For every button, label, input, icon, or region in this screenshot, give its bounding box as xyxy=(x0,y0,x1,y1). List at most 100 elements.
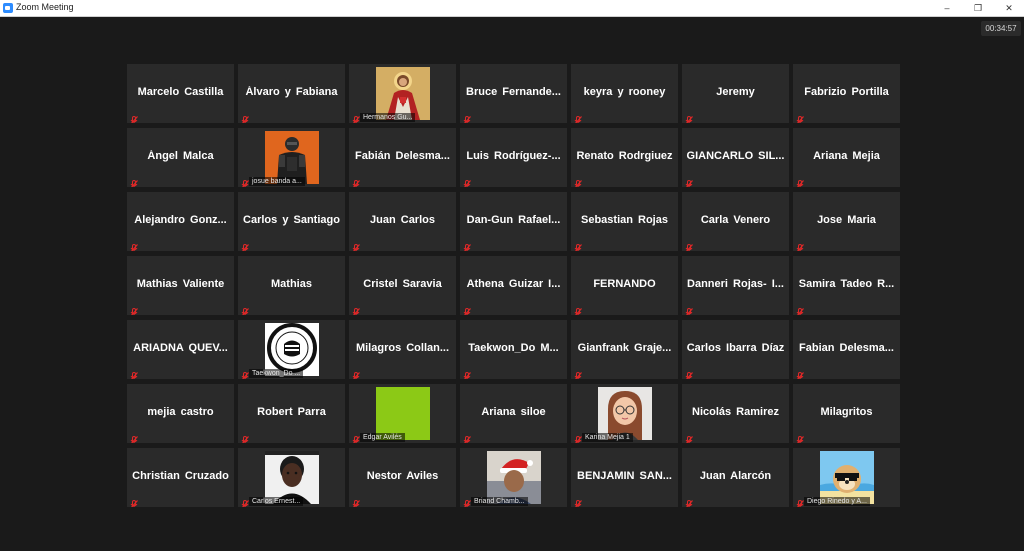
participant-tile[interactable]: Luis Rodríguez-... xyxy=(460,128,567,187)
gallery-grid: Marcelo Castilla Álvaro y Fabiana Hermanos… xyxy=(127,64,901,509)
participant-name-label: Carlos Ernest... xyxy=(249,497,304,506)
participant-name-label: Diego Rinedo y A... xyxy=(804,497,870,506)
muted-mic-icon xyxy=(463,240,471,251)
muted-mic-icon xyxy=(352,112,360,123)
muted-mic-icon xyxy=(796,176,804,187)
participant-tile[interactable]: Carlos Ibarra Díaz xyxy=(682,320,789,379)
muted-mic-icon xyxy=(796,240,804,251)
participant-tile[interactable]: ARIADNA QUEV... xyxy=(127,320,234,379)
participant-tile[interactable]: Athena Guizar I... xyxy=(460,256,567,315)
participant-name: Marcelo Castilla xyxy=(137,86,224,98)
muted-mic-icon xyxy=(352,368,360,379)
participant-tile[interactable]: Álvaro y Fabiana xyxy=(238,64,345,123)
muted-mic-icon xyxy=(352,240,360,251)
participant-tile[interactable]: Nestor Aviles xyxy=(349,448,456,507)
participant-tile[interactable]: Edgar Avilés xyxy=(349,384,456,443)
participant-tile[interactable]: Mathias xyxy=(238,256,345,315)
participant-tile[interactable]: Cristel Saravia xyxy=(349,256,456,315)
participant-name: FERNANDO xyxy=(593,278,656,290)
participant-name: Robert Parra xyxy=(257,406,326,418)
participant-name: Christian Cruzado xyxy=(132,470,229,482)
participant-name: Luis Rodríguez-... xyxy=(466,150,561,162)
participant-name: GIANCARLO SIL... xyxy=(686,150,785,162)
participant-tile[interactable]: Dan-Gun Rafael... xyxy=(460,192,567,251)
participant-tile[interactable]: Briand Chamb... xyxy=(460,448,567,507)
muted-mic-icon xyxy=(241,368,249,379)
participant-tile[interactable]: Gianfrank Graje... xyxy=(571,320,678,379)
participant-tile[interactable]: josue banda a... xyxy=(238,128,345,187)
participant-tile[interactable]: Sebastian Rojas xyxy=(571,192,678,251)
muted-mic-icon xyxy=(463,432,471,443)
participant-tile[interactable]: keyra y rooney xyxy=(571,64,678,123)
participant-tile[interactable]: Christian Cruzado xyxy=(127,448,234,507)
muted-mic-icon xyxy=(130,368,138,379)
participant-name: Athena Guizar I... xyxy=(466,278,561,290)
muted-mic-icon xyxy=(796,304,804,315)
participant-tile[interactable]: Mathias Valiente xyxy=(127,256,234,315)
participant-name-label: josue banda a... xyxy=(249,177,305,186)
participant-tile[interactable]: Jose Maria xyxy=(793,192,900,251)
muted-mic-icon xyxy=(130,176,138,187)
muted-mic-icon xyxy=(241,112,249,123)
participant-name: Bruce Fernande... xyxy=(466,86,561,98)
participant-name: Carlos Ibarra Díaz xyxy=(686,342,785,354)
participant-name-label: Briand Chamb... xyxy=(471,497,528,506)
muted-mic-icon xyxy=(241,432,249,443)
participant-tile[interactable]: Taekwon_Do ... xyxy=(238,320,345,379)
participant-name: Nicolás Ramirez xyxy=(692,406,779,418)
participant-tile[interactable]: Carla Venero xyxy=(682,192,789,251)
participant-name: Jose Maria xyxy=(817,214,876,226)
participant-tile[interactable]: Samira Tadeo R... xyxy=(793,256,900,315)
participant-tile[interactable]: Juan Alarcón xyxy=(682,448,789,507)
restore-button[interactable]: ❐ xyxy=(963,0,993,16)
close-button[interactable]: ✕ xyxy=(994,0,1024,16)
muted-mic-icon xyxy=(130,112,138,123)
participant-name: Juan Carlos xyxy=(370,214,435,226)
participant-name: Sebastian Rojas xyxy=(581,214,668,226)
participant-tile[interactable]: Fabrizio Portilla xyxy=(793,64,900,123)
participant-name: Nestor Aviles xyxy=(366,470,439,482)
muted-mic-icon xyxy=(130,304,138,315)
participant-tile[interactable]: mejia castro xyxy=(127,384,234,443)
participant-tile[interactable]: Carlos y Santiago xyxy=(238,192,345,251)
participant-tile[interactable]: Ángel Malca xyxy=(127,128,234,187)
muted-mic-icon xyxy=(574,496,582,507)
muted-mic-icon xyxy=(574,304,582,315)
participant-tile[interactable]: Alejandro Gonz... xyxy=(127,192,234,251)
participant-tile[interactable]: FERNANDO xyxy=(571,256,678,315)
participant-tile[interactable]: Marcelo Castilla xyxy=(127,64,234,123)
minimize-button[interactable]: – xyxy=(932,0,962,16)
participant-tile[interactable]: Jeremy xyxy=(682,64,789,123)
participant-tile[interactable]: Renato Rodrgiuez xyxy=(571,128,678,187)
muted-mic-icon xyxy=(796,112,804,123)
participant-tile[interactable]: Taekwon_Do M... xyxy=(460,320,567,379)
participant-tile[interactable]: Fabian Delesma... xyxy=(793,320,900,379)
participant-name: Mathias xyxy=(271,278,312,290)
participant-name: Milagritos xyxy=(820,406,873,418)
muted-mic-icon xyxy=(574,176,582,187)
muted-mic-icon xyxy=(130,432,138,443)
participant-name: Mathias Valiente xyxy=(136,278,225,290)
participant-tile[interactable]: Danneri Rojas- I... xyxy=(682,256,789,315)
muted-mic-icon xyxy=(685,368,693,379)
muted-mic-icon xyxy=(796,368,804,379)
participant-tile[interactable]: Juan Carlos xyxy=(349,192,456,251)
zoom-app-icon xyxy=(3,3,13,13)
muted-mic-icon xyxy=(352,176,360,187)
participant-tile[interactable]: BENJAMIN SAN... xyxy=(571,448,678,507)
participant-tile[interactable]: Milagros Collan... xyxy=(349,320,456,379)
participant-tile[interactable]: Carlos Ernest... xyxy=(238,448,345,507)
participant-tile[interactable]: GIANCARLO SIL... xyxy=(682,128,789,187)
participant-tile[interactable]: Karina Mejia 1 xyxy=(571,384,678,443)
participant-tile[interactable]: Ariana siloe xyxy=(460,384,567,443)
participant-name: Dan-Gun Rafael... xyxy=(466,214,561,226)
participant-tile[interactable]: Diego Rinedo y A... xyxy=(793,448,900,507)
participant-tile[interactable]: Milagritos xyxy=(793,384,900,443)
participant-tile[interactable]: Robert Parra xyxy=(238,384,345,443)
participant-tile[interactable]: Ariana Mejia xyxy=(793,128,900,187)
participant-tile[interactable]: Bruce Fernande... xyxy=(460,64,567,123)
participant-tile[interactable]: Fabián Delesma... xyxy=(349,128,456,187)
participant-tile[interactable]: Nicolás Ramirez xyxy=(682,384,789,443)
participant-tile[interactable]: Hermanos Gu... xyxy=(349,64,456,123)
participant-name: Alejandro Gonz... xyxy=(134,214,227,226)
